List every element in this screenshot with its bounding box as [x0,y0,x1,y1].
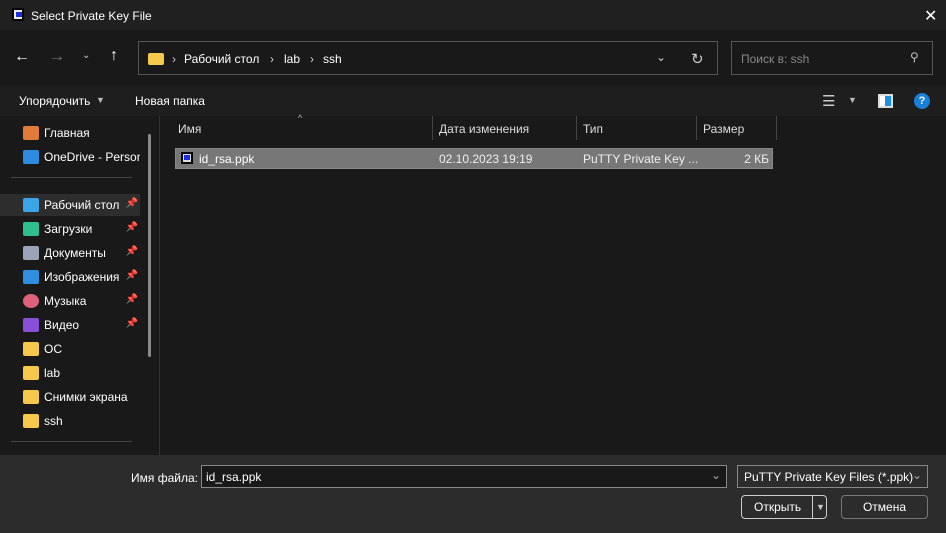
sidebar-item-label: Загрузки [44,222,93,236]
back-icon[interactable]: ← [14,48,30,66]
onedrive-icon [23,150,39,164]
help-icon[interactable]: ? [914,93,930,109]
column-divider[interactable] [432,116,433,140]
breadcrumb-item[interactable]: ssh [323,52,342,66]
putty-key-icon [181,152,193,164]
sidebar-item[interactable]: OneDrive - Personal [0,146,140,168]
column-divider[interactable] [776,116,777,140]
pin-icon[interactable]: 📌 [126,294,138,305]
navigation-bar: ← → ⌄ ↑ › Рабочий стол › lab › ssh ⌄ ↻ П… [0,30,946,86]
forward-icon[interactable]: → [49,48,65,66]
view-dropdown-icon[interactable]: ▼ [848,95,857,105]
sidebar-item-label: Документы [44,246,106,260]
column-header-name[interactable]: Имя [178,122,201,136]
up-icon[interactable]: ↑ [110,47,118,65]
view-icon[interactable]: ☰ [822,92,835,110]
sidebar-item[interactable]: Снимки экрана [0,386,140,408]
divider [11,441,132,442]
sidebar-item[interactable]: Видео 📌 [0,314,140,336]
divider [11,177,132,178]
pin-icon[interactable]: 📌 [126,222,138,233]
home-icon [23,126,39,140]
window-title: Select Private Key File [31,9,152,23]
pin-icon[interactable]: 📌 [126,198,138,209]
putty-icon [12,8,24,21]
music-icon [23,294,39,308]
chevron-down-icon: ▼ [96,95,105,105]
sidebar-item[interactable]: ssh [0,410,140,432]
sidebar-item[interactable]: ОС [0,338,140,360]
folder-icon [23,414,39,428]
pin-icon[interactable]: 📌 [126,318,138,329]
cancel-button[interactable]: Отмена [841,495,928,519]
recent-chevron-icon[interactable]: ⌄ [82,50,90,61]
preview-pane-icon[interactable] [878,94,893,108]
sort-ascending-icon: ^ [298,113,303,123]
file-size: 2 КБ [744,152,769,166]
sidebar-item-label: Изображения [44,270,120,284]
file-type: PuTTY Private Key ... [583,152,699,166]
pin-icon[interactable]: 📌 [126,270,138,281]
sidebar-item-label: OneDrive - Personal [44,150,140,164]
sidebar-item-label: ssh [44,414,63,428]
video-icon [23,318,39,332]
sidebar-item[interactable]: Рабочий стол 📌 [0,194,140,216]
footer: Имя файла: id_rsa.ppk ⌄ PuTTY Private Ke… [0,455,946,533]
sidebar-item-label: Главная [44,126,90,140]
address-dropdown-icon[interactable]: ⌄ [656,50,666,64]
filename-label: Имя файла: [131,471,198,485]
organize-button[interactable]: Упорядочить [19,94,90,108]
search-input[interactable]: Поиск в: ssh ⚲ [731,41,933,75]
refresh-icon[interactable]: ↻ [691,50,704,68]
search-icon: ⚲ [910,50,919,64]
title-bar: Select Private Key File ✕ [0,0,946,30]
file-name: id_rsa.ppk [199,152,255,166]
download-icon [23,222,39,236]
chevron-down-icon: ⌄ [911,468,922,482]
breadcrumb-item[interactable]: Рабочий стол [184,52,259,66]
column-header-size[interactable]: Размер [703,122,744,136]
folder-icon [23,390,39,404]
close-icon[interactable]: ✕ [924,6,937,26]
sidebar-item[interactable]: Изображения 📌 [0,266,140,288]
sidebar-item[interactable]: lab [0,362,140,384]
sidebar-item-label: lab [44,366,61,380]
pin-icon[interactable]: 📌 [126,246,138,257]
sidebar-item-label: Музыка [44,294,87,308]
folder-icon [148,53,164,65]
file-type-select[interactable]: PuTTY Private Key Files (*.ppk) ⌄ [737,465,928,488]
filename-input[interactable]: id_rsa.ppk ⌄ [201,465,727,488]
folder-icon [23,342,39,356]
sidebar-item[interactable]: Главная [0,122,140,144]
pictures-icon [23,270,39,284]
sidebar-item[interactable]: Документы 📌 [0,242,140,264]
column-header-date[interactable]: Дата изменения [439,122,529,136]
sidebar-item[interactable]: Загрузки 📌 [0,218,140,240]
file-row[interactable]: id_rsa.ppk 02.10.2023 19:19 PuTTY Privat… [175,148,773,169]
sidebar-item-label: Видео [44,318,80,332]
open-dropdown-icon[interactable]: ▼ [812,496,825,518]
chevron-down-icon[interactable]: ⌄ [711,468,721,482]
column-divider[interactable] [576,116,577,140]
open-button[interactable]: Открыть ▼ [741,495,827,519]
sidebar-scrollbar[interactable] [148,134,151,357]
sidebar-item-label: Снимки экрана [44,390,128,404]
desktop-icon [23,198,39,212]
breadcrumb-item[interactable]: lab [284,52,300,66]
toolbar: Упорядочить ▼ Новая папка ☰ ▼ ? [0,86,946,116]
column-divider[interactable] [696,116,697,140]
sidebar-item[interactable]: Музыка 📌 [0,290,140,312]
documents-icon [23,246,39,260]
folder-icon [23,366,39,380]
file-date: 02.10.2023 19:19 [439,152,533,166]
column-header-type[interactable]: Тип [583,122,603,136]
address-bar[interactable]: › Рабочий стол › lab › ssh ⌄ ↻ [138,41,718,75]
sidebar-item-label: ОС [44,342,62,356]
new-folder-button[interactable]: Новая папка [135,94,205,108]
sidebar-item-label: Рабочий стол [44,198,120,212]
